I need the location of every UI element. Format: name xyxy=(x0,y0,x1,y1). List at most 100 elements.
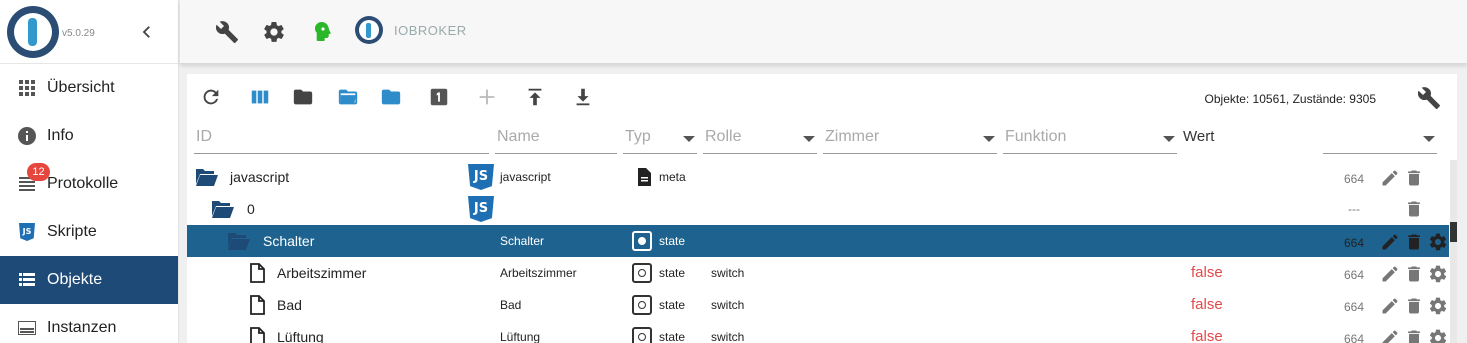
dropdown-arrow-icon xyxy=(983,136,995,142)
js-icon: JS xyxy=(468,164,494,190)
table-row[interactable]: Lüftung Lüftung state switch false 664 xyxy=(187,321,1449,343)
state-icon xyxy=(632,327,652,343)
wrench-icon[interactable] xyxy=(1417,86,1441,110)
value-column-header: Wert xyxy=(1183,128,1215,145)
acl-value: 664 xyxy=(1344,268,1365,282)
dropdown-arrow-icon xyxy=(683,136,695,142)
vertical-scrollbar[interactable] xyxy=(1450,160,1457,343)
edit-icon[interactable] xyxy=(1380,232,1400,252)
object-id: 0 xyxy=(247,201,255,217)
acl-value: 664 xyxy=(1344,172,1365,186)
gear-icon[interactable] xyxy=(1428,328,1448,343)
table-row[interactable]: javascript JS javascript meta 664 xyxy=(187,161,1449,193)
columns-icon[interactable] xyxy=(249,86,271,108)
object-type: meta xyxy=(659,170,686,184)
edit-icon[interactable] xyxy=(1380,296,1400,316)
folder-open-icon[interactable] xyxy=(194,166,218,188)
refresh-icon[interactable] xyxy=(200,86,222,108)
acl-value: 664 xyxy=(1344,236,1365,250)
file-icon xyxy=(250,327,265,343)
chevron-left-icon[interactable] xyxy=(138,22,156,42)
js-icon: JS xyxy=(468,196,494,222)
delete-icon[interactable] xyxy=(1404,168,1424,188)
table-row[interactable]: 0 JS --- xyxy=(187,193,1449,225)
delete-icon[interactable] xyxy=(1404,199,1424,219)
delete-icon[interactable] xyxy=(1404,264,1424,284)
edit-icon[interactable] xyxy=(1380,328,1400,343)
folder-blue-icon[interactable] xyxy=(380,86,402,108)
type-filter-select[interactable]: Typ xyxy=(623,120,697,154)
object-type: state xyxy=(659,266,686,280)
dropdown-arrow-icon xyxy=(1423,136,1435,142)
app-title: IOBROKER xyxy=(394,23,467,38)
sidebar-item-skripte[interactable]: JS Skripte xyxy=(0,208,178,256)
head-icon[interactable] xyxy=(310,20,334,44)
object-type: state xyxy=(659,234,686,248)
delete-icon[interactable] xyxy=(1404,296,1424,316)
sidebar-item-label: Protokolle xyxy=(47,175,119,192)
delete-icon[interactable] xyxy=(1404,232,1424,252)
function-filter-select[interactable]: Funktion xyxy=(1003,120,1177,154)
sidebar-item-uebersicht[interactable]: Übersicht xyxy=(0,64,178,112)
object-value[interactable]: false xyxy=(1191,264,1223,281)
gear-icon[interactable] xyxy=(1428,296,1448,316)
gear-icon[interactable] xyxy=(262,20,286,44)
version-label: v5.0.29 xyxy=(62,28,95,39)
object-type: state xyxy=(659,298,686,312)
wrench-icon[interactable] xyxy=(215,20,239,44)
sidebar-item-protokolle[interactable]: Protokolle xyxy=(0,160,178,208)
object-role: switch xyxy=(711,266,745,280)
sidebar-item-objekte[interactable]: Objekte xyxy=(0,256,178,304)
object-role: switch xyxy=(711,330,745,343)
object-id: Schalter xyxy=(263,233,315,249)
sidebar-item-instanzen[interactable]: Instanzen xyxy=(0,304,178,343)
add-icon[interactable] xyxy=(476,86,498,108)
dropdown-arrow-icon xyxy=(803,136,815,142)
room-filter-select[interactable]: Zimmer xyxy=(823,120,997,154)
grid-icon xyxy=(18,79,36,97)
scrollbar-thumb[interactable] xyxy=(1450,222,1457,242)
id-filter-input[interactable]: ID xyxy=(194,120,489,154)
role-filter-select[interactable]: Rolle xyxy=(703,120,817,154)
objects-panel: Objekte: 10561, Zustände: 9305 ID Name T… xyxy=(187,74,1457,343)
sidebar-item-label: Instanzen xyxy=(47,319,117,336)
object-value[interactable]: false xyxy=(1191,328,1223,343)
object-name: Bad xyxy=(500,298,522,312)
table-row[interactable]: Arbeitszimmer Arbeitszimmer state switch… xyxy=(187,257,1449,289)
folder-open-icon[interactable] xyxy=(337,86,359,108)
gear-icon[interactable] xyxy=(1428,232,1448,252)
sidebar-item-label: Info xyxy=(47,127,74,144)
instances-icon xyxy=(18,319,36,337)
object-id: Arbeitszimmer xyxy=(277,265,367,281)
folder-icon[interactable] xyxy=(292,86,314,108)
table-list-icon xyxy=(18,271,36,289)
iobroker-logo[interactable] xyxy=(355,16,383,44)
sidebar-item-label: Übersicht xyxy=(47,79,115,96)
download-icon[interactable] xyxy=(572,86,594,108)
sidebar-item-label: Skripte xyxy=(47,223,97,240)
table-row[interactable]: Bad Bad state switch false 664 xyxy=(187,289,1449,321)
delete-icon[interactable] xyxy=(1404,328,1424,343)
column-filter-select[interactable] xyxy=(1323,120,1437,154)
document-icon xyxy=(638,168,651,186)
file-icon xyxy=(250,263,265,283)
sidebar-item-label: Objekte xyxy=(47,271,103,288)
state-icon xyxy=(632,295,652,315)
upload-icon[interactable] xyxy=(524,86,546,108)
edit-icon[interactable] xyxy=(1380,264,1400,284)
folder-open-icon[interactable] xyxy=(226,230,250,252)
object-id: javascript xyxy=(230,169,290,185)
folder-open-icon[interactable] xyxy=(210,198,234,220)
object-value[interactable]: false xyxy=(1191,296,1223,313)
edit-icon[interactable] xyxy=(1380,168,1400,188)
js-icon: JS xyxy=(18,223,36,241)
acl-value: 664 xyxy=(1344,332,1365,343)
gear-icon[interactable] xyxy=(1428,264,1448,284)
iobroker-logo[interactable] xyxy=(7,6,59,58)
table-row-selected[interactable]: Schalter Schalter state 664 xyxy=(187,225,1449,257)
one-icon[interactable] xyxy=(428,86,450,108)
object-name: Schalter xyxy=(500,234,545,248)
sidebar-item-info[interactable]: Info xyxy=(0,112,178,160)
object-name: javascript xyxy=(500,170,551,184)
name-filter-input[interactable]: Name xyxy=(495,120,617,154)
